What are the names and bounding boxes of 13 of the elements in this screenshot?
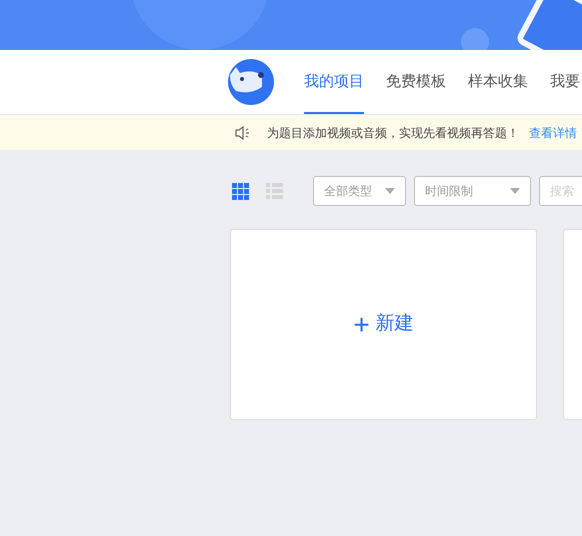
details-link[interactable]: 查看详情 [529,124,577,142]
nav-tab[interactable]: 样本收集 [468,50,528,114]
nav-tab[interactable]: 免费模板 [386,50,446,114]
filter-dropdown[interactable]: 全部类型 [313,176,406,206]
new-project-card[interactable]: + 新建 [230,229,537,420]
caret-icon [510,188,520,194]
grid-view-button[interactable] [232,182,249,200]
caret-icon [385,188,395,194]
speaker-icon [235,126,251,140]
logo-icon [228,59,274,105]
nav-tab[interactable]: 我要 [550,50,580,114]
filter-dropdown[interactable]: 时间限制 [414,176,531,206]
notice-text: 为题目添加视频或音频，实现先看视频再答题！ [267,124,519,142]
